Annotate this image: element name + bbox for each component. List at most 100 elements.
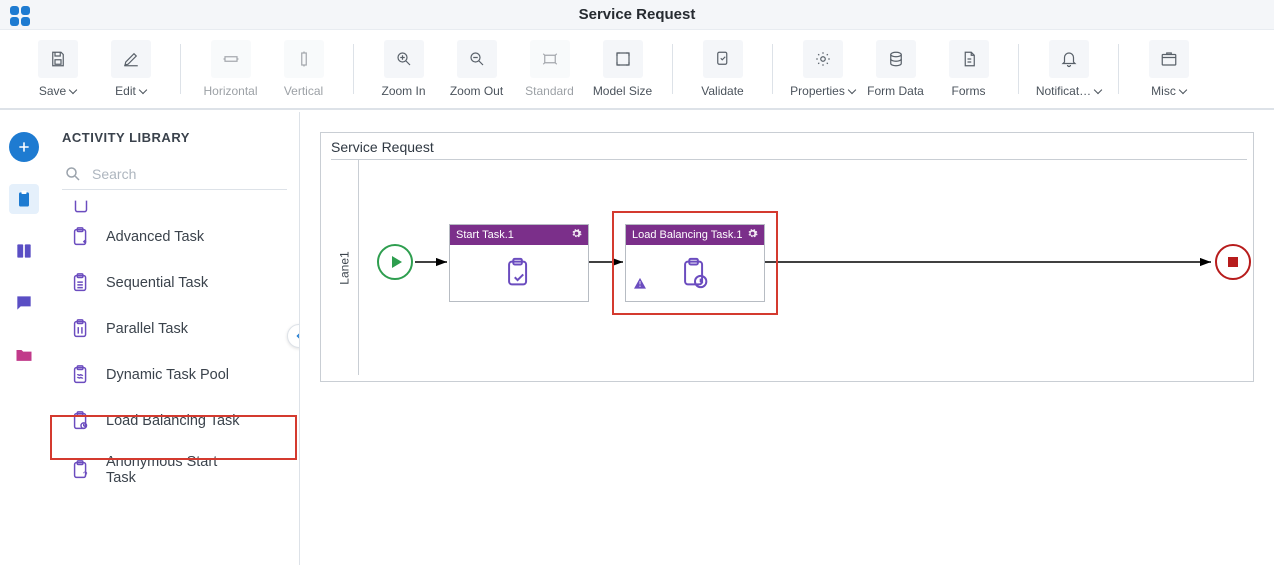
toolbar-separator xyxy=(180,44,181,94)
activity-item-anonymous-start-task[interactable]: ? Anonymous Start Task xyxy=(62,444,287,496)
anonymous-start-task-icon: ? xyxy=(68,457,94,483)
load-balancing-task-node[interactable]: Load Balancing Task.1 xyxy=(625,224,765,302)
activity-item-label: Dynamic Task Pool xyxy=(106,367,229,383)
rail-chat-button[interactable] xyxy=(9,288,39,318)
activity-item-label: Parallel Task xyxy=(106,321,188,337)
zoom-standard-button: Standard xyxy=(522,40,577,98)
save-label: Save xyxy=(39,84,66,98)
parallel-task-icon xyxy=(68,316,94,342)
zoom-out-label: Zoom Out xyxy=(450,84,503,98)
gear-icon[interactable] xyxy=(571,228,582,242)
lane-label-column[interactable]: Lane1 xyxy=(331,160,359,375)
svg-text:?: ? xyxy=(83,470,88,479)
misc-label: Misc xyxy=(1151,84,1176,98)
main-area: ACTIVITY LIBRARY Advanced Task Sequenti xyxy=(0,112,1274,565)
form-data-icon xyxy=(876,40,916,78)
toolbar-separator xyxy=(772,44,773,94)
activity-item-load-balancing-task[interactable]: Load Balancing Task xyxy=(62,398,287,444)
canvas-title: Service Request xyxy=(331,139,434,155)
canvas-wrap[interactable]: Service Request Lane1 xyxy=(300,112,1274,565)
bell-icon xyxy=(1049,40,1089,78)
horizontal-button: Horizontal xyxy=(203,40,258,98)
activity-item-advanced-task[interactable]: Advanced Task xyxy=(62,214,287,260)
activity-item-label: Sequential Task xyxy=(106,275,208,291)
search-input[interactable] xyxy=(90,165,285,183)
rail-clipboard-button[interactable] xyxy=(9,184,39,214)
add-button[interactable] xyxy=(9,132,39,162)
zoom-standard-label: Standard xyxy=(525,84,574,98)
form-data-label: Form Data xyxy=(867,84,924,98)
rail-folder-button[interactable] xyxy=(9,340,39,370)
validate-icon xyxy=(703,40,743,78)
align-horizontal-icon xyxy=(211,40,251,78)
model-size-label: Model Size xyxy=(593,84,652,98)
task-header[interactable]: Start Task.1 xyxy=(450,225,588,245)
play-icon xyxy=(392,256,402,268)
warning-icon xyxy=(632,275,648,295)
save-button[interactable]: Save xyxy=(30,40,85,98)
advanced-task-icon xyxy=(68,224,94,250)
properties-button[interactable]: Properties xyxy=(795,40,850,98)
rail-columns-button[interactable] xyxy=(9,236,39,266)
toolbar-separator xyxy=(1118,44,1119,94)
validate-button[interactable]: Validate xyxy=(695,40,750,98)
gear-icon[interactable] xyxy=(747,228,758,242)
chevron-down-icon xyxy=(69,86,77,94)
toolbar-separator xyxy=(1018,44,1019,94)
notifications-button[interactable]: Notificat… xyxy=(1041,40,1096,98)
activity-search[interactable] xyxy=(62,159,287,190)
start-node[interactable] xyxy=(377,244,413,280)
zoom-in-icon xyxy=(384,40,424,78)
model-size-button[interactable]: Model Size xyxy=(595,40,650,98)
gear-icon xyxy=(803,40,843,78)
zoom-out-button[interactable]: Zoom Out xyxy=(449,40,504,98)
stop-icon xyxy=(1228,257,1238,267)
activity-item-label: Load Balancing Task xyxy=(106,413,240,429)
align-vertical-icon xyxy=(284,40,324,78)
page-title: Service Request xyxy=(579,6,696,23)
sequential-task-icon xyxy=(68,270,94,296)
forms-label: Forms xyxy=(952,84,986,98)
activity-list: Advanced Task Sequential Task Parallel T… xyxy=(62,214,287,496)
properties-label: Properties xyxy=(790,84,845,98)
clipped-row xyxy=(62,200,287,214)
task-title: Load Balancing Task.1 xyxy=(632,229,743,241)
workflow-canvas[interactable]: Service Request Lane1 xyxy=(320,132,1254,382)
task-header[interactable]: Load Balancing Task.1 xyxy=(626,225,764,245)
activity-item-parallel-task[interactable]: Parallel Task xyxy=(62,306,287,352)
lane-label: Lane1 xyxy=(338,251,352,284)
activity-library-panel: ACTIVITY LIBRARY Advanced Task Sequenti xyxy=(48,112,300,565)
task-body xyxy=(450,245,588,301)
toolbar: Save Edit Horizontal Vertical Zoom In Zo… xyxy=(0,30,1274,110)
activity-library-title: ACTIVITY LIBRARY xyxy=(62,130,287,145)
edit-button[interactable]: Edit xyxy=(103,40,158,98)
load-balancing-task-icon xyxy=(68,408,94,434)
end-node[interactable] xyxy=(1215,244,1251,280)
apps-icon[interactable] xyxy=(10,6,30,26)
zoom-standard-icon xyxy=(530,40,570,78)
toolbar-separator xyxy=(672,44,673,94)
forms-button[interactable]: Forms xyxy=(941,40,996,98)
zoom-in-label: Zoom In xyxy=(381,84,425,98)
start-task-node[interactable]: Start Task.1 xyxy=(449,224,589,302)
zoom-out-icon xyxy=(457,40,497,78)
activity-item-sequential-task[interactable]: Sequential Task xyxy=(62,260,287,306)
zoom-in-button[interactable]: Zoom In xyxy=(376,40,431,98)
misc-icon xyxy=(1149,40,1189,78)
activity-item-dynamic-task-pool[interactable]: Dynamic Task Pool xyxy=(62,352,287,398)
activity-item-label: Advanced Task xyxy=(106,229,204,245)
form-data-button[interactable]: Form Data xyxy=(868,40,923,98)
chevron-down-icon xyxy=(848,86,856,94)
chevron-down-icon xyxy=(139,86,147,94)
title-bar: Service Request xyxy=(0,0,1274,30)
chevron-down-icon xyxy=(1179,86,1187,94)
chevron-down-icon xyxy=(1094,86,1102,94)
collapse-panel-button[interactable] xyxy=(287,324,300,348)
toolbar-separator xyxy=(353,44,354,94)
forms-icon xyxy=(949,40,989,78)
edit-label: Edit xyxy=(115,84,136,98)
left-rail xyxy=(0,112,48,565)
misc-button[interactable]: Misc xyxy=(1141,40,1196,98)
model-size-icon xyxy=(603,40,643,78)
swimlane[interactable]: Lane1 xyxy=(331,159,1247,375)
